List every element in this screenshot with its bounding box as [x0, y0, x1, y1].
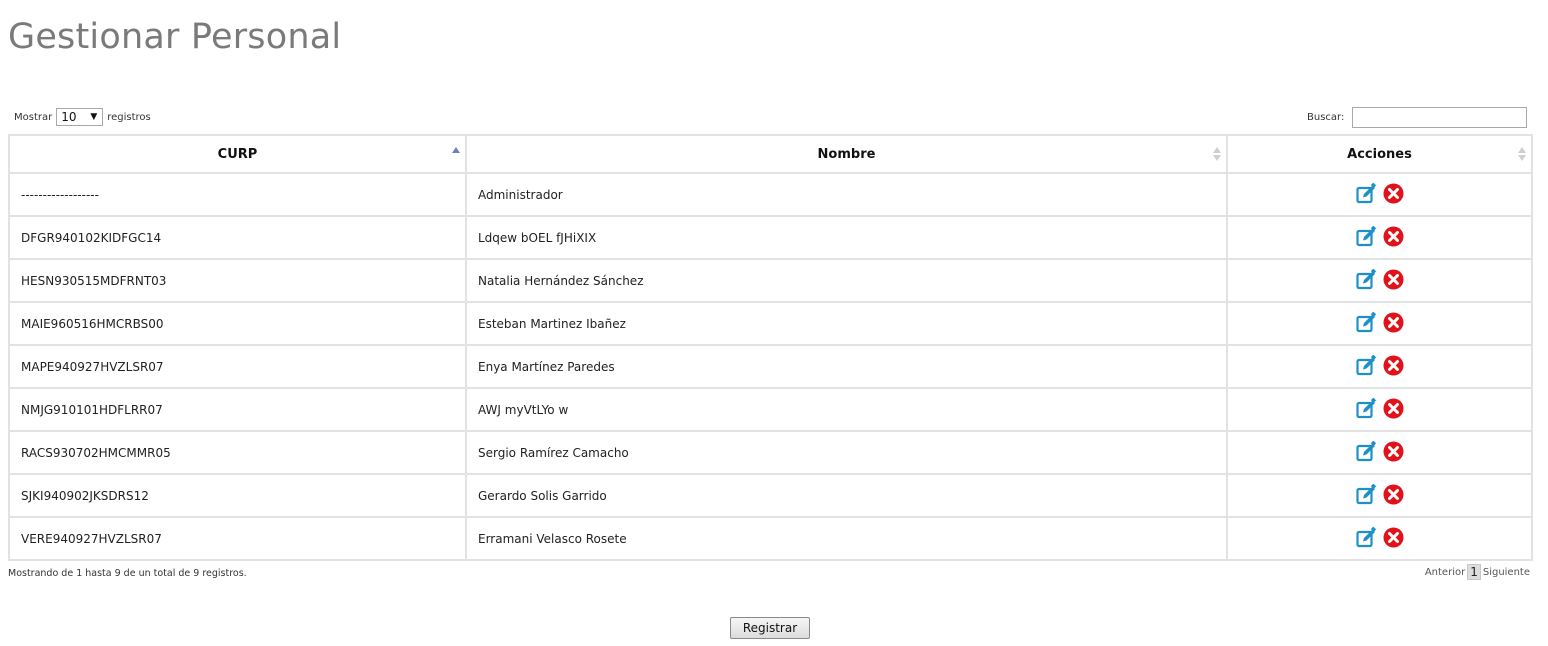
page-length-select[interactable]: 10 ▼ [56, 108, 104, 126]
delete-icon[interactable] [1383, 398, 1404, 419]
curp-cell: SJKI940902JKSDRS12 [8, 473, 467, 518]
acciones-cell [1226, 344, 1533, 389]
delete-icon[interactable] [1383, 441, 1404, 462]
table-row: MAPE940927HVZLSR07 Enya Martínez Paredes [8, 344, 1533, 389]
nombre-cell: Erramani Velasco Rosete [465, 516, 1228, 561]
curp-cell: MAPE940927HVZLSR07 [8, 344, 467, 389]
edit-icon[interactable] [1355, 354, 1377, 376]
table-body: ------------------ Administrador DFGR94010… [8, 172, 1533, 561]
nombre-cell: Ldqew bOEL fJHiXIX [465, 215, 1228, 260]
column-header-label: Nombre [817, 146, 876, 162]
edit-icon[interactable] [1355, 397, 1377, 419]
table-row: ------------------ Administrador [8, 172, 1533, 217]
delete-icon[interactable] [1383, 312, 1404, 333]
edit-icon[interactable] [1355, 225, 1377, 247]
table-row: SJKI940902JKSDRS12 Gerardo Solis Garrido [8, 473, 1533, 518]
edit-icon[interactable] [1355, 440, 1377, 462]
table-row: RACS930702HMCMMR05 Sergio Ramírez Camacho [8, 430, 1533, 475]
curp-cell: NMJG910101HDFLRR07 [8, 387, 467, 432]
sort-both-icon [1213, 146, 1221, 162]
search-label: Buscar: [1307, 112, 1345, 123]
nombre-cell: Natalia Hernández Sánchez [465, 258, 1228, 303]
column-header-label: Acciones [1347, 146, 1412, 162]
curp-cell: ------------------ [8, 172, 467, 217]
length-control: Mostrar 10 ▼ registros [14, 108, 151, 126]
delete-icon[interactable] [1383, 269, 1404, 290]
delete-icon[interactable] [1383, 527, 1404, 548]
current-page-button[interactable]: 1 [1467, 564, 1481, 580]
sort-both-icon [1518, 146, 1526, 162]
search-control: Buscar: [1307, 107, 1528, 128]
row-actions [1355, 397, 1404, 419]
acciones-cell [1226, 387, 1533, 432]
edit-icon[interactable] [1355, 483, 1377, 505]
table-info: Mostrando de 1 hasta 9 de un total de 9 … [8, 568, 247, 579]
sort-ascending-icon [452, 146, 460, 162]
row-actions [1355, 182, 1404, 204]
table-row: DFGR940102KIDFGC14 Ldqew bOEL fJHiXIX [8, 215, 1533, 260]
previous-page-link[interactable]: Anterior [1425, 567, 1465, 578]
page-length-value: 10 [61, 110, 77, 124]
curp-cell: MAIE960516HMCRBS00 [8, 301, 467, 346]
edit-icon[interactable] [1355, 311, 1377, 333]
next-page-link[interactable]: Siguiente [1483, 567, 1530, 578]
pagination: Anterior 1 Siguiente [1425, 564, 1530, 580]
nombre-cell: Sergio Ramírez Camacho [465, 430, 1228, 475]
delete-icon[interactable] [1383, 355, 1404, 376]
nombre-cell: AWJ myVtLYo w [465, 387, 1228, 432]
edit-icon[interactable] [1355, 268, 1377, 290]
search-input[interactable] [1352, 107, 1528, 128]
row-actions [1355, 311, 1404, 333]
curp-cell: HESN930515MDFRNT03 [8, 258, 467, 303]
row-actions [1355, 225, 1404, 247]
curp-cell: VERE940927HVZLSR07 [8, 516, 467, 561]
nombre-cell: Administrador [465, 172, 1228, 217]
table-row: NMJG910101HDFLRR07 AWJ myVtLYo w [8, 387, 1533, 432]
delete-icon[interactable] [1383, 183, 1404, 204]
table-row: VERE940927HVZLSR07 Erramani Velasco Roset… [8, 516, 1533, 561]
delete-icon[interactable] [1383, 226, 1404, 247]
edit-icon[interactable] [1355, 526, 1377, 548]
acciones-cell [1226, 430, 1533, 475]
nombre-cell: Gerardo Solis Garrido [465, 473, 1228, 518]
acciones-cell [1226, 301, 1533, 346]
row-actions [1355, 526, 1404, 548]
page-title: Gestionar Personal [8, 17, 342, 57]
acciones-cell [1226, 215, 1533, 260]
row-actions [1355, 440, 1404, 462]
table-row: MAIE960516HMCRBS00 Esteban Martinez Ibañe… [8, 301, 1533, 346]
register-button[interactable]: Registrar [730, 617, 810, 639]
column-header-label: CURP [217, 146, 258, 162]
length-prefix-label: Mostrar [14, 111, 53, 123]
curp-cell: DFGR940102KIDFGC14 [8, 215, 467, 260]
acciones-cell [1226, 516, 1533, 561]
table-header-row: CURP Nombre Acciones [8, 134, 1533, 174]
acciones-cell [1226, 172, 1533, 217]
nombre-cell: Enya Martínez Paredes [465, 344, 1228, 389]
table-row: HESN930515MDFRNT03 Natalia Hernández Sánc… [8, 258, 1533, 303]
edit-icon[interactable] [1355, 182, 1377, 204]
row-actions [1355, 268, 1404, 290]
column-header-nombre[interactable]: Nombre [465, 134, 1228, 174]
length-suffix-label: registros [107, 111, 151, 123]
column-header-acciones[interactable]: Acciones [1226, 134, 1533, 174]
acciones-cell [1226, 258, 1533, 303]
row-actions [1355, 354, 1404, 376]
curp-cell: RACS930702HMCMMR05 [8, 430, 467, 475]
delete-icon[interactable] [1383, 484, 1404, 505]
row-actions [1355, 483, 1404, 505]
chevron-down-icon: ▼ [90, 112, 98, 122]
personal-table: CURP Nombre Acciones ------------------ A… [8, 134, 1533, 561]
acciones-cell [1226, 473, 1533, 518]
nombre-cell: Esteban Martinez Ibañez [465, 301, 1228, 346]
column-header-curp[interactable]: CURP [8, 134, 467, 174]
